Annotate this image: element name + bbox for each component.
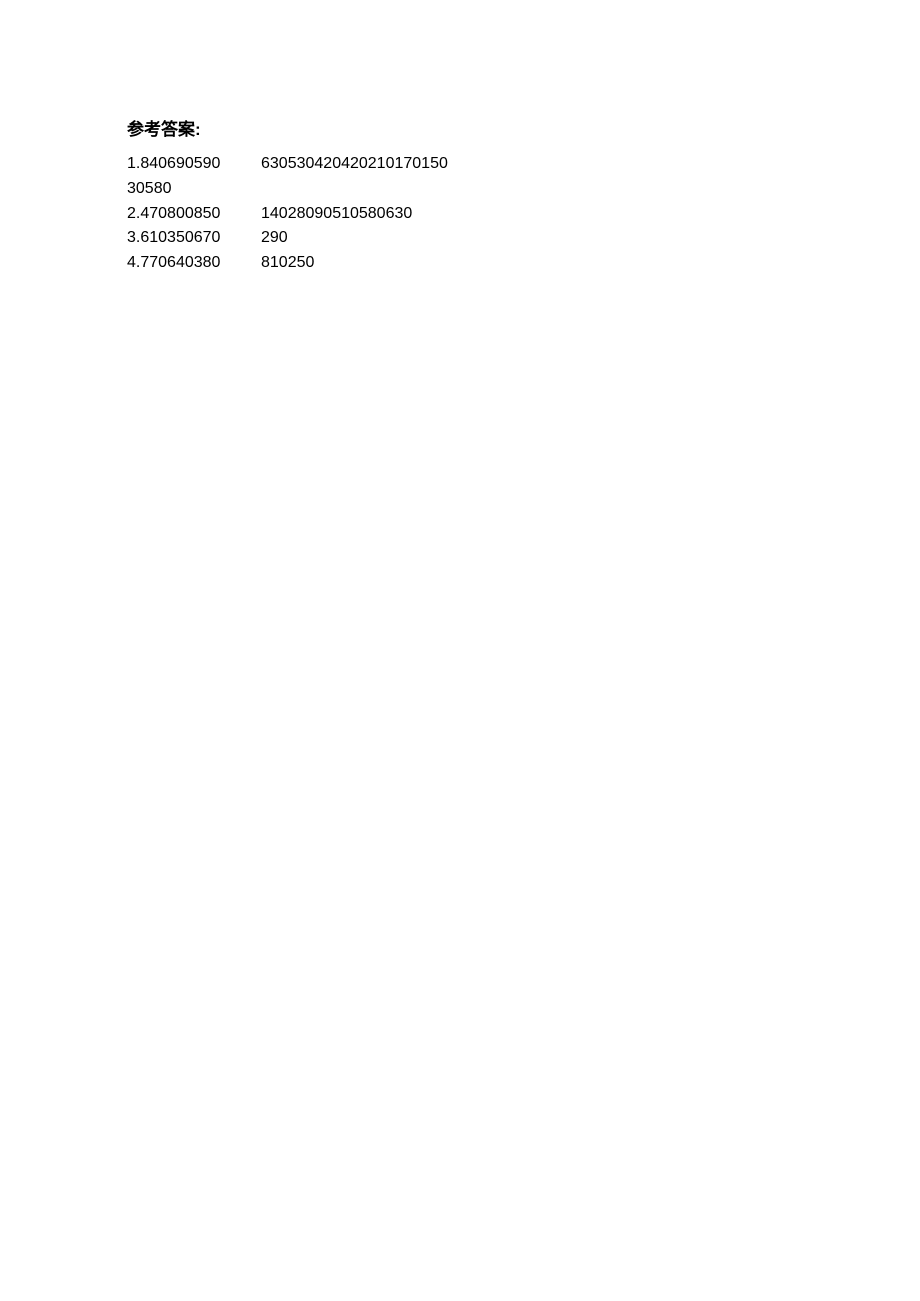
answer-col1: 3.610350670 — [127, 226, 261, 251]
answer-col1: 1.840690590 — [127, 152, 261, 177]
answer-col1: 4.770640380 — [127, 251, 261, 276]
answer-line: 30580 — [127, 177, 920, 202]
answer-col2: 290 — [261, 226, 920, 251]
answer-line: 4.770640380 810250 — [127, 251, 920, 276]
answer-line: 3.610350670 290 — [127, 226, 920, 251]
answer-text: 30580 — [127, 177, 920, 202]
answer-line: 1.840690590 630530420420210170150 — [127, 152, 920, 177]
answer-col2: 630530420420210170150 — [261, 152, 920, 177]
answer-heading: 参考答案: — [127, 115, 920, 140]
answer-col2: 14028090510580630 — [261, 202, 920, 227]
answer-line: 2.470800850 14028090510580630 — [127, 202, 920, 227]
answer-col2: 810250 — [261, 251, 920, 276]
answer-col1: 2.470800850 — [127, 202, 261, 227]
answer-content: 1.840690590 630530420420210170150 30580 … — [127, 152, 920, 276]
